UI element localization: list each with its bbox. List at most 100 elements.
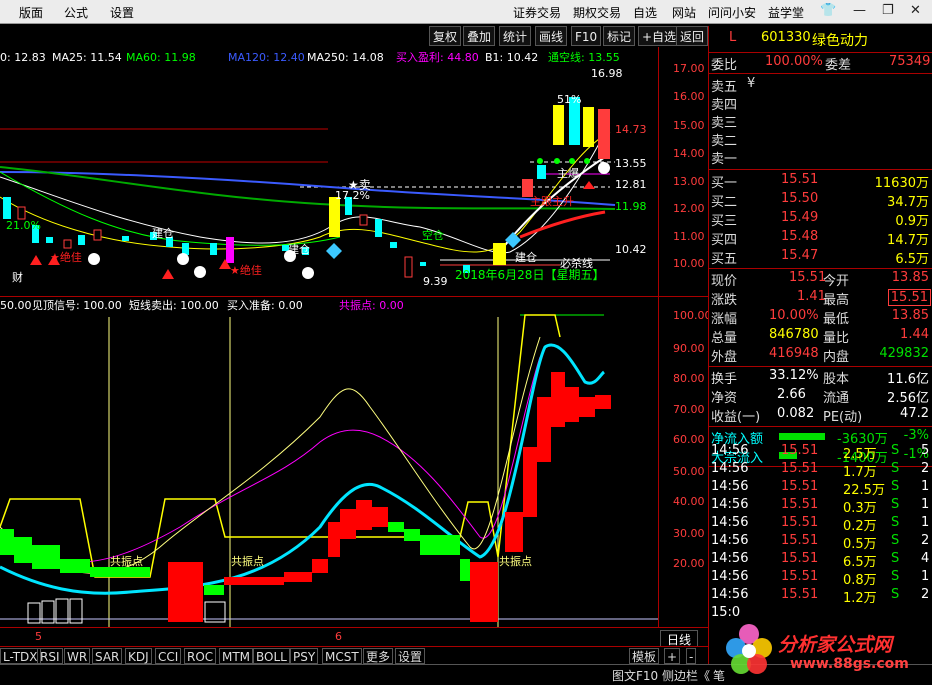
mark-button[interactable]: 标记 xyxy=(603,26,636,46)
menu-ask-xiaoan[interactable]: 问问小安 xyxy=(708,4,756,21)
tab-wr[interactable]: WR xyxy=(64,648,91,664)
tick-time: 14:56 xyxy=(711,497,749,512)
market-flag: L xyxy=(729,30,737,45)
pct-label: 51% xyxy=(557,93,581,106)
price-1042-label: 10.42 xyxy=(615,243,647,256)
price-tick: 17.00 xyxy=(673,62,705,75)
tick-price: 15.51 xyxy=(781,587,819,602)
buy3-label: 买三 xyxy=(711,214,738,229)
sell3-label: 卖三 xyxy=(711,116,738,131)
buy-ready-label: 买入准备: 0.00 xyxy=(227,298,303,312)
menu-website[interactable]: 网站 xyxy=(672,4,696,21)
back-button[interactable]: 返回 xyxy=(676,26,708,46)
tick-row: 14:56 15.51 22.5万 S 1 xyxy=(709,479,932,498)
tick-side: S xyxy=(891,587,900,602)
wecha-value: 75349 xyxy=(889,54,931,69)
f10-sidebar-link[interactable]: 图文F10 侧边栏《 xyxy=(612,667,710,684)
tick-side: S xyxy=(891,461,900,476)
resonance-label: 共振点: 0.00 xyxy=(339,298,404,312)
ind-tick: 60.00 xyxy=(673,433,705,446)
zoom-out-button[interactable]: - xyxy=(686,648,697,664)
webi-value: 100.00% xyxy=(765,54,823,69)
sell5-label: 卖五 xyxy=(711,80,738,95)
fuquan-button[interactable]: 复权 xyxy=(429,26,462,46)
zhubao-label: 主爆 xyxy=(557,166,579,180)
tick-row: 14:56 15.51 0.2万 S 1 xyxy=(709,515,932,534)
resonance-point-label: 共振点 xyxy=(499,554,532,568)
tick-count: 1 xyxy=(921,515,930,530)
menu-securities-trade[interactable]: 证券交易 xyxy=(513,4,561,21)
tab-mcst[interactable]: MCST xyxy=(322,648,362,664)
pe-ratio: 47.2 xyxy=(900,406,929,421)
tick-count: 2 xyxy=(921,533,930,548)
sell2-label: 卖二 xyxy=(711,134,738,149)
tick-price: 15.51 xyxy=(781,569,819,584)
tab-cci[interactable]: CCI xyxy=(155,648,182,664)
tick-row: 14:56 15.51 1.7万 S 2 xyxy=(709,461,932,480)
price-1198-label: 11.98 xyxy=(615,200,647,213)
tab-kdj[interactable]: KDJ xyxy=(125,648,152,664)
ma250-label: MA250: 14.08 xyxy=(307,51,384,64)
watermark-url: www.88gs.com xyxy=(790,656,909,672)
indicator-chart[interactable]: 50.00 见顶信号: 100.00 短线卖出: 100.00 买入准备: 0.… xyxy=(0,297,708,627)
template-button[interactable]: 模板 xyxy=(629,648,660,664)
tick-row: 14:56 15.51 2.5万 S 5 xyxy=(709,443,932,462)
ind-tick: 100.00 xyxy=(673,309,708,322)
tab-rsi[interactable]: RSI xyxy=(37,648,63,664)
tick-volume: 0.8万 xyxy=(843,573,877,588)
draw-line-button[interactable]: 画线 xyxy=(535,26,568,46)
shirt-icon[interactable]: 👕 xyxy=(820,3,836,18)
tick-side: S xyxy=(891,479,900,494)
tab-settings[interactable]: 设置 xyxy=(395,648,426,664)
add-watchlist-button[interactable]: +自选 xyxy=(638,26,681,46)
menu-options-trade[interactable]: 期权交易 xyxy=(573,4,621,21)
statistics-button[interactable]: 统计 xyxy=(499,26,532,46)
eps: 0.082 xyxy=(777,406,815,421)
webi-row: 委比 100.00% 委差 75349 xyxy=(711,54,931,73)
tick-price: 15.51 xyxy=(781,443,819,458)
restore-icon[interactable]: ❐ xyxy=(882,3,894,18)
tick-count: 2 xyxy=(921,587,930,602)
kline-chart[interactable]: 0: 12.83 MA25: 11.54 MA60: 11.98 MA120: … xyxy=(0,47,708,297)
overlay-button[interactable]: 叠加 xyxy=(463,26,496,46)
tick-side: S xyxy=(891,533,900,548)
tab-l-tdx[interactable]: L-TDX xyxy=(0,648,41,664)
minimize-icon[interactable]: — xyxy=(853,3,866,18)
zoom-in-button[interactable]: + xyxy=(664,648,681,664)
tick-price: 15.51 xyxy=(781,533,819,548)
tongkong-label: 通空线: 13.55 xyxy=(548,50,620,64)
menu-yixuetang[interactable]: 益学堂 xyxy=(768,4,804,21)
tick-count: 1 xyxy=(921,479,930,494)
tick-count: 2 xyxy=(921,461,930,476)
zhuguo-label: 主跟主升 xyxy=(530,195,574,208)
net-inflow-bar xyxy=(779,433,825,440)
ind-value-label: 50.00 xyxy=(0,299,32,312)
tab-mtm[interactable]: MTM xyxy=(219,648,254,664)
month-6-label: 6 xyxy=(335,630,342,643)
menu-formula[interactable]: 公式 xyxy=(64,4,88,21)
f10-button[interactable]: F10 xyxy=(571,26,602,46)
menu-watchlist[interactable]: 自选 xyxy=(633,4,657,21)
menu-layout[interactable]: 版面 xyxy=(19,4,43,21)
resonance-point-label: 共振点 xyxy=(231,554,264,568)
tab-psy[interactable]: PSY xyxy=(290,648,319,664)
tab-sar[interactable]: SAR xyxy=(92,648,123,664)
price-axis: 17.00 16.00 15.00 14.00 13.00 12.00 11.0… xyxy=(673,62,705,270)
tab-boll[interactable]: BOLL xyxy=(253,648,290,664)
buy4-label: 买四 xyxy=(711,233,738,248)
tab-more[interactable]: 更多 xyxy=(363,648,394,664)
price-1281-label: 12.81 xyxy=(615,178,647,191)
tab-roc[interactable]: ROC xyxy=(184,648,217,664)
buy2-label: 买二 xyxy=(711,195,738,210)
indicator-axis: 100.00 90.00 80.00 70.00 60.00 50.00 40.… xyxy=(673,309,708,570)
stock-header: L 601330 绿色动力 xyxy=(709,30,932,49)
tick-time: 14:56 xyxy=(711,569,749,584)
ind-tick: 50.00 xyxy=(673,465,705,478)
close-icon[interactable]: ✕ xyxy=(910,3,921,18)
menu-bar: 版面 公式 设置 证券交易 期权交易 自选 网站 问问小安 益学堂 👕 — ❐ … xyxy=(0,0,932,24)
price-tick: 10.00 xyxy=(673,257,705,270)
menu-settings[interactable]: 设置 xyxy=(110,4,134,21)
tick-price: 15.51 xyxy=(781,479,819,494)
high-price: 15.51 xyxy=(887,289,931,306)
price-tick: 13.00 xyxy=(673,175,705,188)
